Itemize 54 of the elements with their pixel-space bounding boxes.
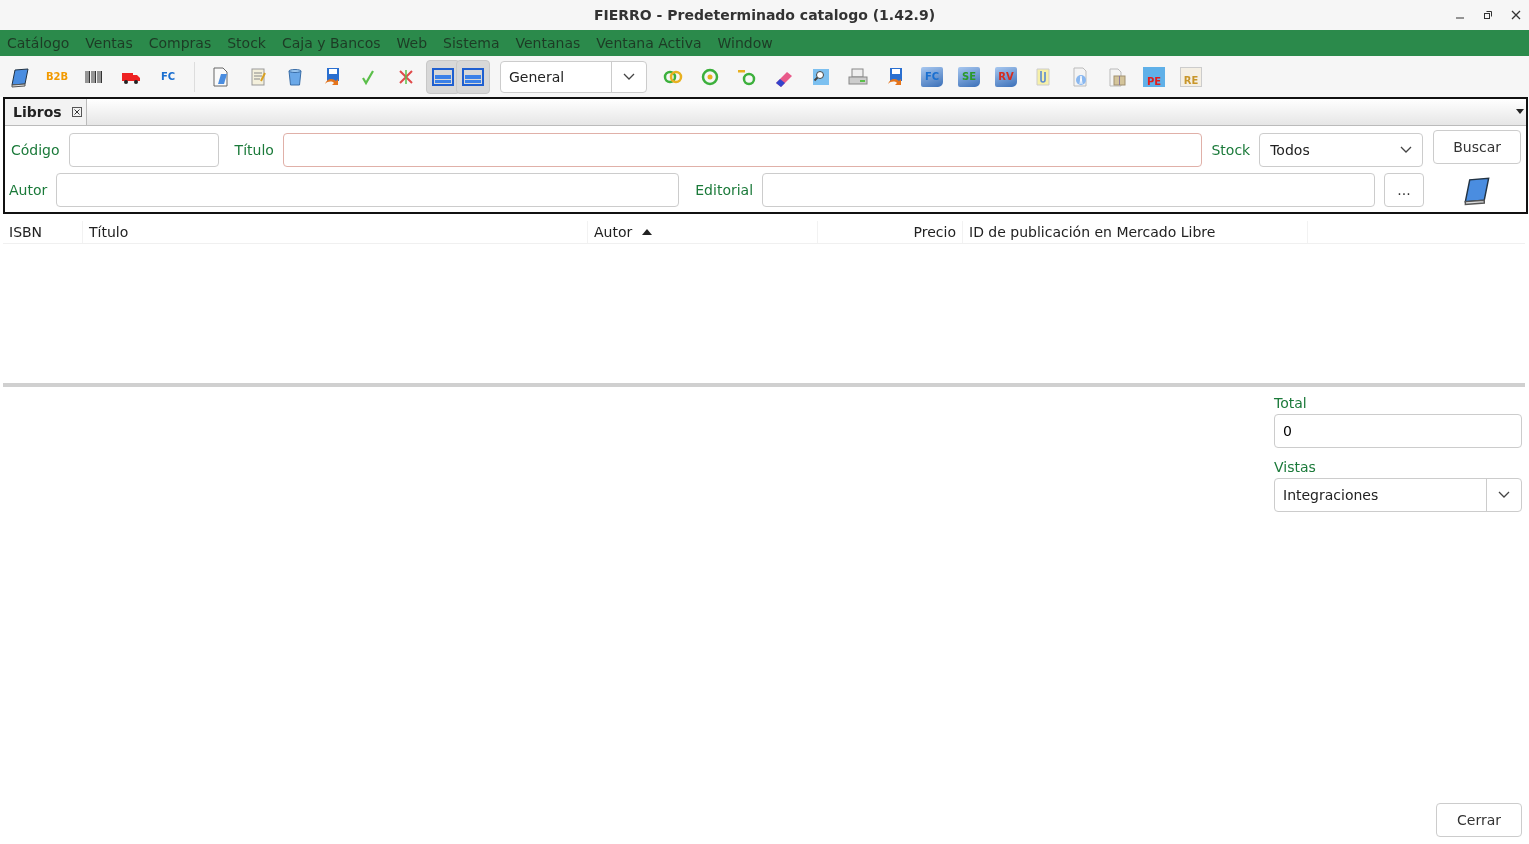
search-button[interactable]: Buscar <box>1433 130 1521 164</box>
total-label: Total <box>1274 394 1308 413</box>
folder-badge-icon[interactable]: PE <box>1143 66 1165 87</box>
column-header[interactable]: ISBN <box>3 221 83 243</box>
menu-item[interactable]: Ventanas <box>515 35 581 51</box>
menu-item[interactable]: Window <box>717 35 773 51</box>
text-field[interactable] <box>56 173 680 207</box>
menu-item[interactable]: Catálogo <box>7 35 70 51</box>
layout-icon <box>432 65 454 88</box>
menu-item[interactable]: Ventas <box>85 35 133 51</box>
view-dropdown[interactable]: General <box>500 60 647 93</box>
chevron-icon <box>1400 146 1413 154</box>
field-label: Autor <box>9 182 48 198</box>
window-title: FIERRO - Predeterminado catalogo (1.42.9) <box>593 7 936 23</box>
text-field[interactable] <box>282 133 1203 167</box>
close-icon[interactable] <box>71 107 82 117</box>
field-label: Stock <box>1211 142 1251 158</box>
close-button[interactable]: Cerrar <box>1436 803 1522 837</box>
book-icon[interactable] <box>9 65 31 88</box>
field-label: Editorial <box>695 182 754 198</box>
stock-dropdown[interactable]: Todos <box>1259 133 1424 167</box>
total-field[interactable]: 0 <box>1274 414 1522 448</box>
printer-icon[interactable] <box>847 65 869 88</box>
dropdown-arrow-icon[interactable] <box>1516 109 1524 114</box>
browse-button[interactable]: ... <box>1384 173 1424 207</box>
menu-item[interactable]: Ventana Activa <box>596 35 702 51</box>
chevron-icon <box>1498 491 1510 499</box>
column-header[interactable]: Precio <box>818 221 963 243</box>
field-label: Título <box>234 142 274 158</box>
column-header[interactable]: Autor <box>588 221 818 243</box>
views-label: Vistas <box>1274 458 1317 477</box>
column-header[interactable]: Título <box>83 221 588 243</box>
text-field[interactable] <box>762 173 1375 207</box>
chevron-icon <box>623 72 635 81</box>
field-label: Código <box>11 142 60 158</box>
book-badge-icon[interactable]: RV <box>995 66 1017 87</box>
text-field[interactable] <box>68 133 219 167</box>
book-badge-icon[interactable]: FC <box>921 66 943 87</box>
column-header[interactable]: ID de publicación en Mercado Libre <box>963 221 1308 243</box>
package-icon[interactable] <box>1106 65 1128 88</box>
layout-toggle-button[interactable] <box>456 59 490 94</box>
menu-item[interactable]: Compras <box>148 35 212 51</box>
badge-icon[interactable]: B2B <box>46 71 68 82</box>
menu-item[interactable]: Sistema <box>443 35 500 51</box>
layout-icon <box>462 65 484 88</box>
document-tab[interactable]: Libros <box>5 99 87 125</box>
page-badge-icon[interactable]: RE <box>1180 66 1202 87</box>
badge-icon[interactable]: FC <box>157 71 179 82</box>
menu-item[interactable]: Stock <box>227 35 266 51</box>
menu-item[interactable]: Web <box>396 35 428 51</box>
menu-item[interactable]: Caja y Bancos <box>281 35 381 51</box>
restore-icon[interactable] <box>1483 10 1493 20</box>
close-icon[interactable] <box>1511 10 1521 20</box>
views-dropdown[interactable]: Integraciones <box>1274 478 1522 512</box>
